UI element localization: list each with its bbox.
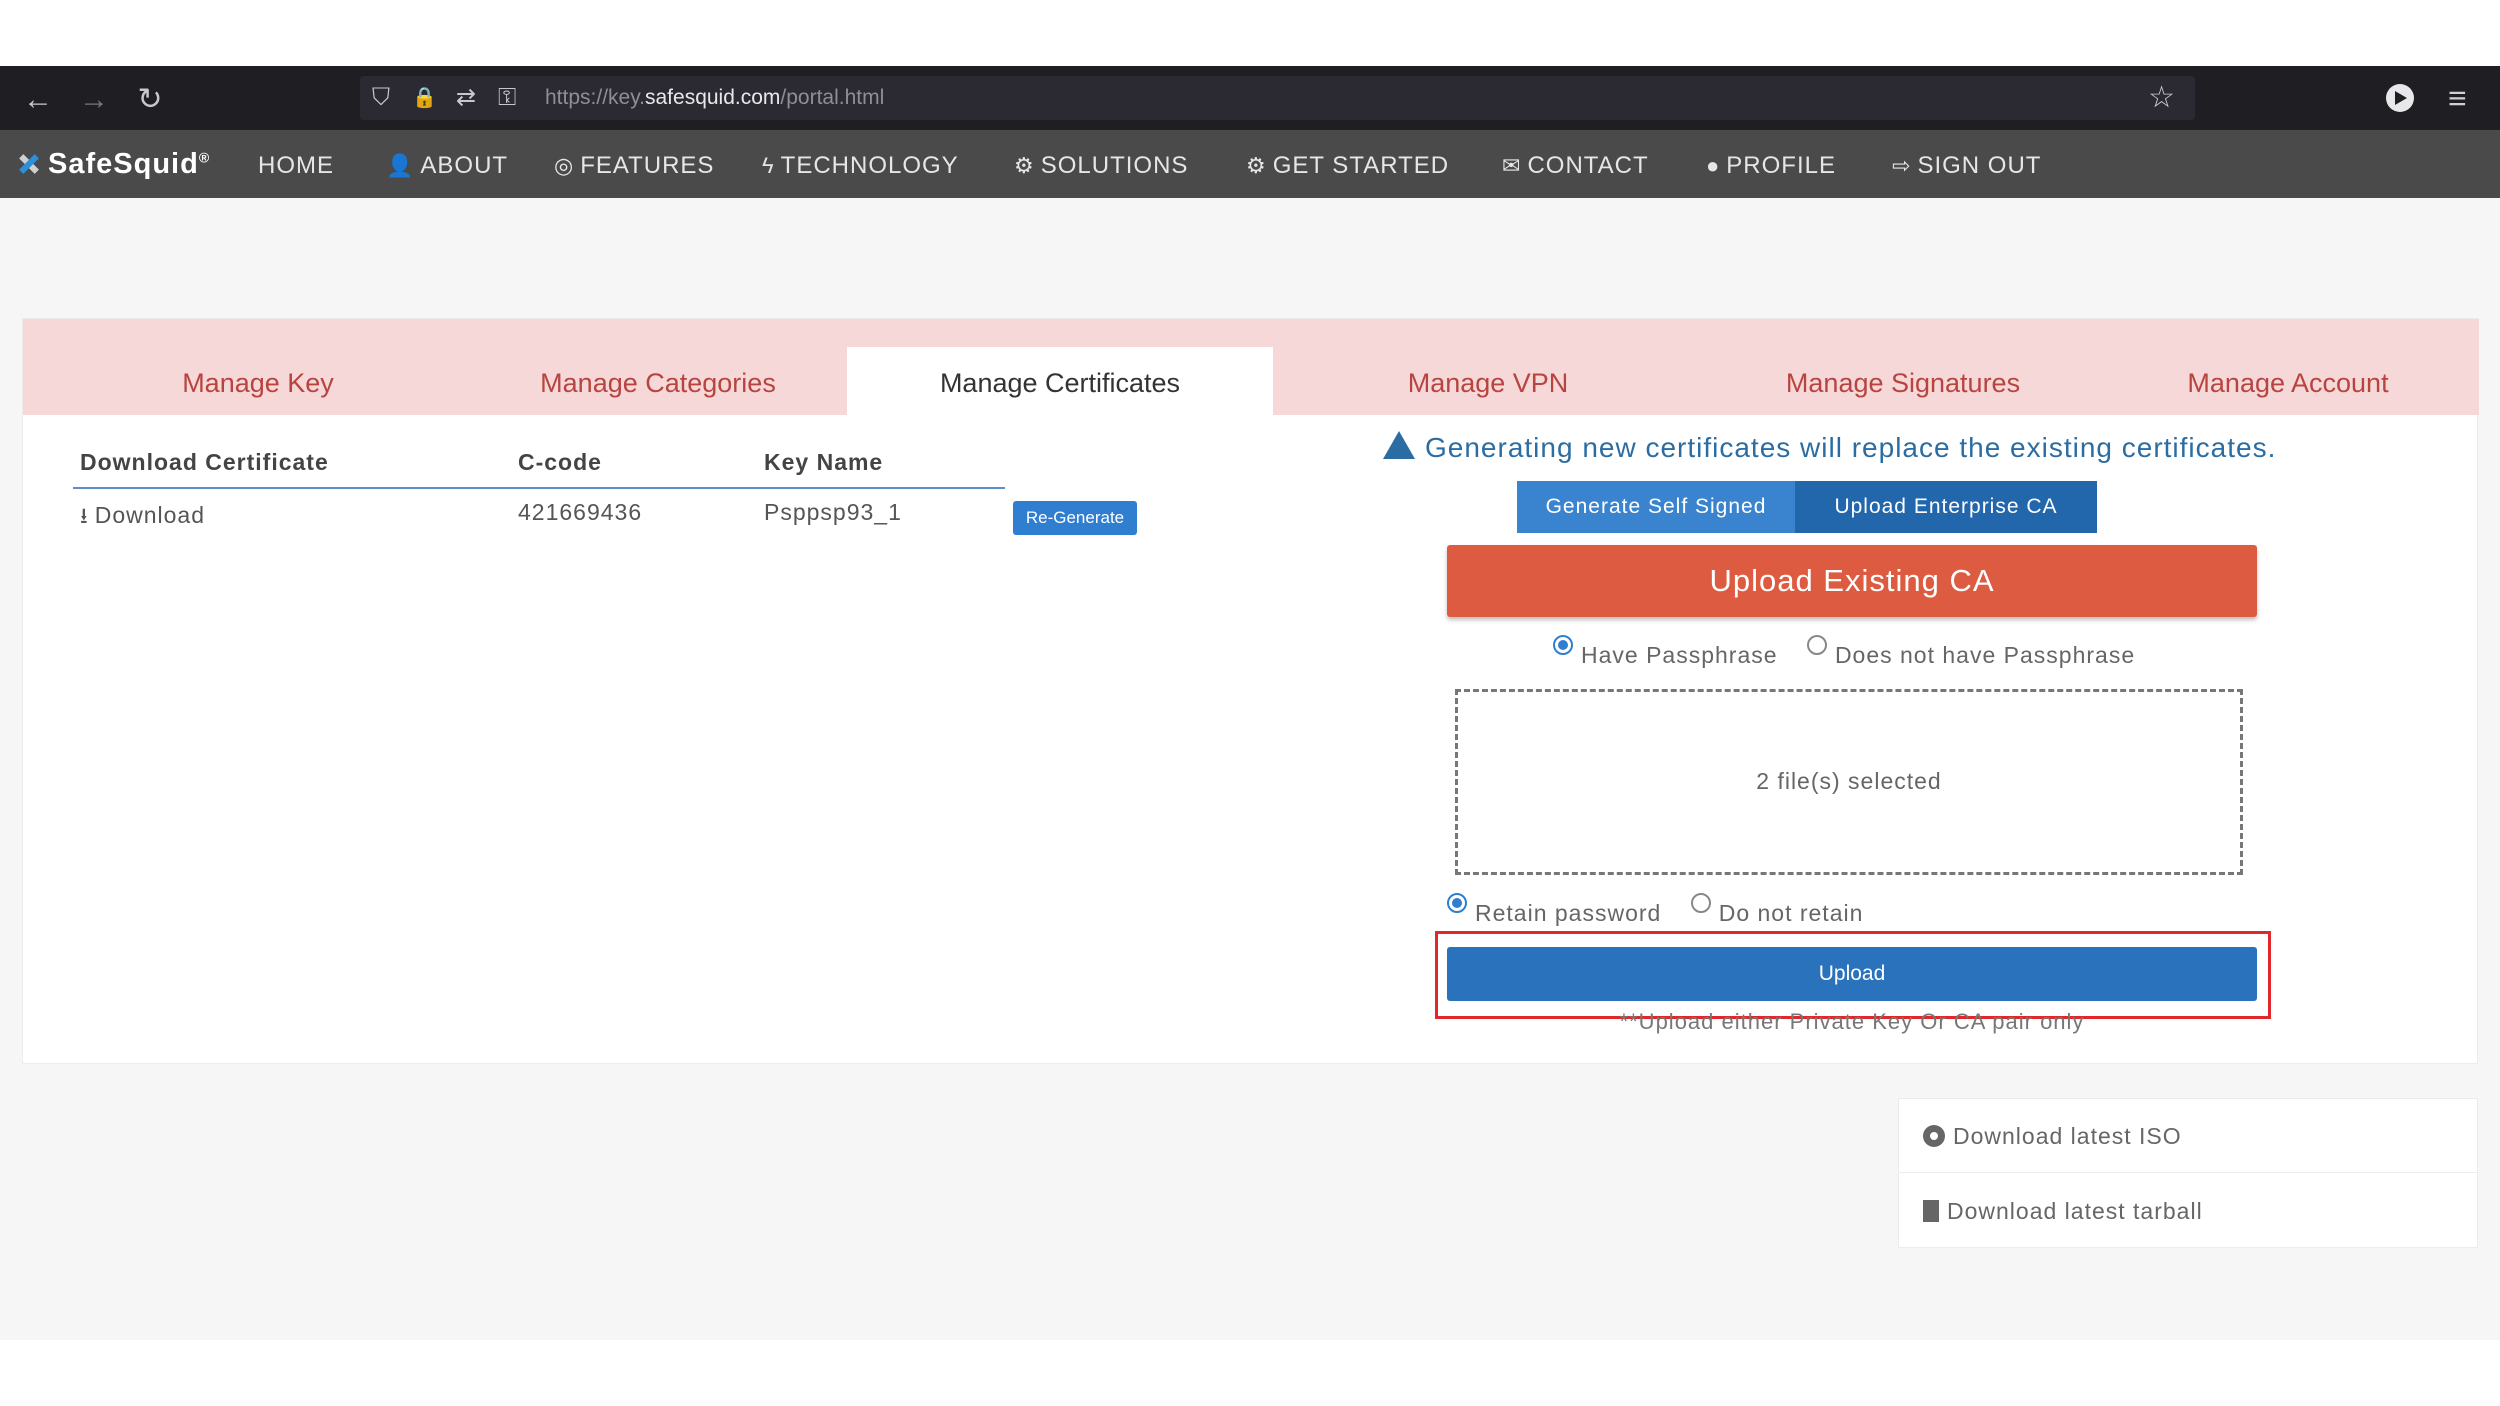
- gears-icon: ⚙: [1246, 153, 1267, 178]
- reload-icon[interactable]: ↻: [130, 80, 170, 120]
- menu-icon[interactable]: ≡: [2448, 78, 2467, 118]
- nav-profile-label: PROFILE: [1726, 152, 1836, 179]
- retain-password-options: Retain password Do not retain: [1447, 893, 1863, 927]
- header-c-code: C-code: [518, 449, 602, 475]
- shield-icon[interactable]: ⛉: [372, 82, 390, 114]
- features-icon: ◎: [554, 153, 575, 178]
- swap-icon[interactable]: ⇄: [456, 82, 476, 114]
- warning-icon: [1383, 431, 1415, 459]
- tab-manage-certificates[interactable]: Manage Certificates: [847, 347, 1273, 415]
- generate-self-signed-button[interactable]: Generate Self Signed: [1517, 481, 1795, 533]
- upload-existing-ca-header: Upload Existing CA: [1447, 545, 2257, 617]
- download-link-label: Download: [94, 502, 205, 528]
- dropzone-status: 2 file(s) selected: [1756, 768, 1942, 794]
- header-key-name: Key Name: [764, 449, 884, 475]
- nav-features-label: FEATURES: [580, 152, 715, 179]
- nav-sign-out[interactable]: ⇨ SIGN OUT: [1892, 152, 2041, 180]
- profile-icon: ●: [1706, 153, 1721, 178]
- have-passphrase-option[interactable]: Have Passphrase: [1553, 635, 1778, 668]
- retain-password-label: Retain password: [1475, 900, 1662, 926]
- regenerate-button[interactable]: Re-Generate: [1013, 501, 1137, 535]
- do-not-retain-label: Do not retain: [1718, 900, 1864, 926]
- tab-manage-vpn[interactable]: Manage VPN: [1313, 347, 1663, 415]
- retain-password-radio[interactable]: [1447, 893, 1467, 913]
- file-icon: [1923, 1200, 1939, 1222]
- do-not-retain-option[interactable]: Do not retain: [1690, 893, 1864, 926]
- do-not-retain-radio[interactable]: [1690, 893, 1711, 913]
- main-panel: Manage Key Manage Categories Manage Cert…: [22, 318, 2479, 1064]
- warning-text: Generating new certificates will replace…: [1425, 432, 2277, 463]
- c-code-value: 421669436: [518, 499, 643, 525]
- nav-solutions-label: SOLUTIONS: [1040, 152, 1189, 179]
- site-navbar: SafeSquid® HOME 👤 ABOUT ◎ FEATURES ϟ TECHNO…: [0, 130, 2500, 198]
- nav-technology-label: TECHNOLOGY: [780, 152, 959, 179]
- key-name-value: Psppsp93_1: [764, 499, 902, 525]
- retain-password-option[interactable]: Retain password: [1447, 893, 1662, 926]
- nav-technology[interactable]: ϟ TECHNOLOGY: [762, 152, 959, 180]
- url-prefix: https://key.: [545, 86, 645, 109]
- safesquid-logo[interactable]: SafeSquid®: [14, 148, 210, 180]
- user-icon: 👤: [386, 153, 415, 178]
- nav-sign-out-label: SIGN OUT: [1917, 152, 2042, 179]
- upload-note: **Upload either Private Key Or CA pair o…: [1619, 1009, 2085, 1034]
- nav-contact[interactable]: ✉ CONTACT: [1502, 152, 1649, 180]
- table-header-divider: [73, 487, 1005, 489]
- no-passphrase-radio[interactable]: [1806, 635, 1827, 655]
- logo-mark-icon: [14, 149, 44, 179]
- download-latest-iso-link[interactable]: Download latest ISO: [1899, 1099, 2479, 1173]
- logo-reg: ®: [198, 148, 211, 165]
- passphrase-options: Have Passphrase Does not have Passphrase: [1553, 635, 2135, 669]
- no-passphrase-option[interactable]: Does not have Passphrase: [1806, 635, 2136, 668]
- tab-manage-categories[interactable]: Manage Categories: [463, 347, 853, 415]
- nav-home[interactable]: HOME: [258, 152, 334, 180]
- lock-icon[interactable]: 🔒: [412, 82, 437, 114]
- upload-enterprise-ca-button[interactable]: Upload Enterprise CA: [1795, 481, 2097, 533]
- logo-text: SafeSquid®: [48, 148, 210, 181]
- nav-about[interactable]: 👤 ABOUT: [386, 152, 508, 180]
- envelope-icon: ✉: [1502, 153, 1522, 178]
- key-icon[interactable]: ⚿: [498, 82, 516, 114]
- tab-manage-account[interactable]: Manage Account: [2113, 347, 2463, 415]
- nav-contact-label: CONTACT: [1527, 152, 1649, 179]
- header-download-certificate: Download Certificate: [80, 449, 329, 475]
- url-path: /portal.html: [780, 86, 885, 109]
- download-icon: ⭳: [80, 503, 89, 528]
- url-text[interactable]: https://key.safesquid.com/portal.html: [545, 84, 884, 112]
- certificate-mode-buttons: Generate Self Signed Upload Enterprise C…: [1517, 481, 2097, 533]
- download-iso-label: Download latest ISO: [1953, 1123, 2182, 1149]
- extension-icon[interactable]: [2386, 84, 2414, 112]
- disc-icon: [1923, 1125, 1945, 1147]
- have-passphrase-label: Have Passphrase: [1581, 642, 1778, 668]
- bolt-icon: ϟ: [762, 153, 775, 178]
- nav-get-started[interactable]: ⚙ GET STARTED: [1246, 152, 1449, 180]
- logo-name: SafeSquid: [48, 147, 199, 180]
- upload-highlight-box: [1435, 931, 2271, 1019]
- file-dropzone[interactable]: 2 file(s) selected: [1455, 689, 2243, 875]
- download-link[interactable]: ⭳ Download: [80, 499, 205, 537]
- nav-get-started-label: GET STARTED: [1272, 152, 1450, 179]
- downloads-box: Download latest ISO Download latest tarb…: [1898, 1098, 2479, 1248]
- gears-icon: ⚙: [1014, 153, 1035, 178]
- nav-home-label: HOME: [258, 152, 334, 179]
- nav-profile[interactable]: ● PROFILE: [1706, 152, 1836, 180]
- download-tarball-label: Download latest tarball: [1947, 1198, 2203, 1224]
- nav-solutions[interactable]: ⚙ SOLUTIONS: [1014, 152, 1188, 180]
- browser-toolbar: ← → ↻ ⛉ 🔒 ⇄ ⚿ https://key.safesquid.com/…: [0, 66, 2500, 130]
- address-bar[interactable]: ⛉ 🔒 ⇄ ⚿ https://key.safesquid.com/portal…: [360, 76, 2195, 120]
- nav-features[interactable]: ◎ FEATURES: [554, 152, 714, 180]
- url-domain: safesquid.com: [645, 86, 781, 109]
- tab-manage-key[interactable]: Manage Key: [83, 347, 433, 415]
- download-latest-tarball-link[interactable]: Download latest tarball: [1899, 1174, 2479, 1248]
- no-passphrase-label: Does not have Passphrase: [1834, 642, 2136, 668]
- nav-about-label: ABOUT: [420, 152, 509, 179]
- back-icon[interactable]: ←: [18, 80, 58, 120]
- bookmark-star-icon[interactable]: ☆: [2148, 80, 2175, 116]
- tab-manage-signatures[interactable]: Manage Signatures: [1703, 347, 2103, 415]
- sign-out-icon: ⇨: [1892, 153, 1912, 178]
- forward-icon[interactable]: →: [74, 80, 114, 120]
- warning-message: Generating new certificates will replace…: [1383, 431, 2276, 464]
- tab-bar: Manage Key Manage Categories Manage Cert…: [23, 319, 2479, 415]
- have-passphrase-radio[interactable]: [1553, 635, 1573, 655]
